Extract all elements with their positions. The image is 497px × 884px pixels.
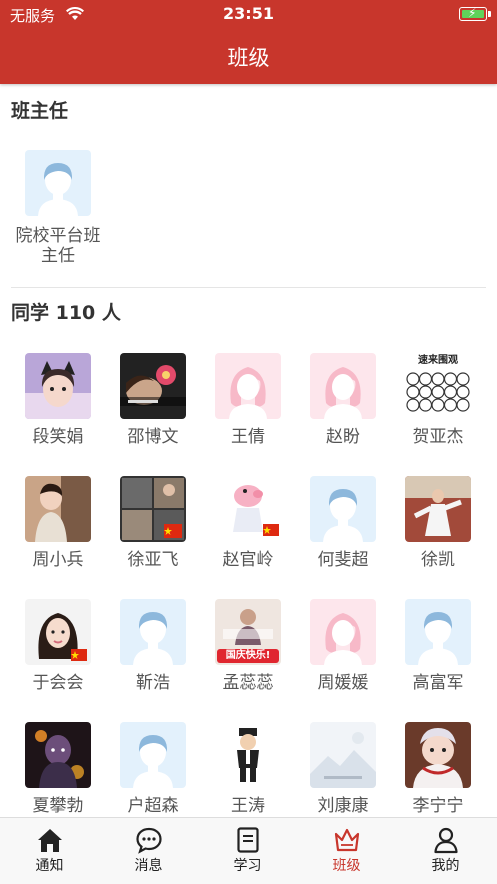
avatar-caption: 速来围观 [405,355,471,367]
status-clock: 23:51 [223,4,274,23]
student-name: 王涛 [231,796,265,816]
tab-mine[interactable]: 我的 [396,818,495,884]
student-name: 李宁宁 [412,796,464,816]
student-avatar[interactable] [215,353,281,419]
student-avatar[interactable] [215,722,281,788]
student-card[interactable]: 靳浩 [107,599,199,693]
tab-bar: 通知 消息 学习 班级 我的 [0,817,497,884]
student-card[interactable]: 王涛 [202,722,294,816]
student-avatar[interactable] [120,599,186,665]
chat-bubble-icon [99,826,198,854]
student-name: 周小兵 [32,550,84,570]
student-card[interactable]: 徐凯 [392,476,484,570]
crown-icon [297,826,396,854]
teacher-name-line2: 主任 [41,246,75,266]
student-avatar[interactable] [25,722,91,788]
student-avatar[interactable] [25,476,91,542]
tab-label: 我的 [431,858,460,874]
student-avatar[interactable] [120,353,186,419]
section-divider [11,287,486,288]
student-card[interactable]: 邵博文 [107,353,199,447]
student-card[interactable]: 赵官岭 [202,476,294,570]
battery-icon: ⚡ [459,6,491,21]
student-avatar[interactable] [120,722,186,788]
student-name: 周媛媛 [317,673,369,693]
tab-class[interactable]: 班级 [297,818,396,884]
teacher-name-line1: 院校平台班 [15,226,101,246]
person-icon [396,826,495,854]
student-card[interactable]: 国庆快乐! 孟蕊蕊 [202,599,294,693]
student-avatar[interactable] [25,599,91,665]
teacher-avatar[interactable] [25,150,91,216]
home-icon [0,826,99,854]
teacher-card[interactable]: 院校平台班 主任 [12,150,104,266]
student-avatar[interactable] [120,476,186,542]
teacher-section-title: 班主任 [11,100,69,122]
tab-messages[interactable]: 消息 [99,818,198,884]
student-card[interactable]: 高富军 [392,599,484,693]
student-name: 刘康康 [317,796,369,816]
tab-label: 通知 [35,858,64,874]
student-avatar[interactable] [405,476,471,542]
tab-notice[interactable]: 通知 [0,818,99,884]
student-name: 靳浩 [136,673,170,693]
student-avatar[interactable] [310,353,376,419]
student-card[interactable]: 李宁宁 [392,722,484,816]
student-card[interactable]: 于会会 [12,599,104,693]
student-card[interactable]: 刘康康 [297,722,389,816]
student-name: 于会会 [32,673,84,693]
student-name: 王倩 [231,427,265,447]
student-avatar[interactable]: 速来围观 [405,353,471,419]
student-name: 户超森 [127,796,179,816]
student-avatar[interactable] [310,722,376,788]
student-name: 徐亚飞 [127,550,179,570]
student-name: 赵盼 [326,427,360,447]
tab-label: 班级 [332,858,361,874]
document-icon [198,826,297,854]
student-avatar[interactable] [215,476,281,542]
student-name: 孟蕊蕊 [222,673,274,693]
student-name: 贺亚杰 [412,427,464,447]
student-card[interactable]: 徐亚飞 [107,476,199,570]
student-name: 邵博文 [127,427,179,447]
student-name: 何斐超 [317,550,369,570]
student-card[interactable]: 速来围观 贺亚杰 [392,353,484,447]
student-card[interactable]: 夏攀勃 [12,722,104,816]
tab-study[interactable]: 学习 [198,818,297,884]
page-title: 班级 [227,46,270,70]
student-name: 赵官岭 [222,550,274,570]
student-avatar[interactable] [310,476,376,542]
tab-label: 学习 [233,858,262,874]
student-name: 夏攀勃 [32,796,84,816]
student-avatar[interactable] [310,599,376,665]
status-bar: 无服务 23:51 ⚡ [0,0,497,28]
student-name: 高富军 [412,673,464,693]
student-card[interactable]: 户超森 [107,722,199,816]
app-header: 无服务 23:51 ⚡ 班级 [0,0,497,84]
avatar-caption: 国庆快乐! [225,650,271,661]
student-name: 段笑娟 [32,427,84,447]
tab-label: 消息 [134,858,163,874]
student-card[interactable]: 赵盼 [297,353,389,447]
student-card[interactable]: 周小兵 [12,476,104,570]
student-avatar[interactable] [405,722,471,788]
student-avatar[interactable] [405,599,471,665]
student-card[interactable]: 何斐超 [297,476,389,570]
student-card[interactable]: 周媛媛 [297,599,389,693]
student-name: 徐凯 [421,550,455,570]
student-avatar[interactable] [25,353,91,419]
student-card[interactable]: 王倩 [202,353,294,447]
classmates-section-title: 同学 110 人 [11,302,121,324]
student-avatar[interactable]: 国庆快乐! [215,599,281,665]
student-card[interactable]: 段笑娟 [12,353,104,447]
